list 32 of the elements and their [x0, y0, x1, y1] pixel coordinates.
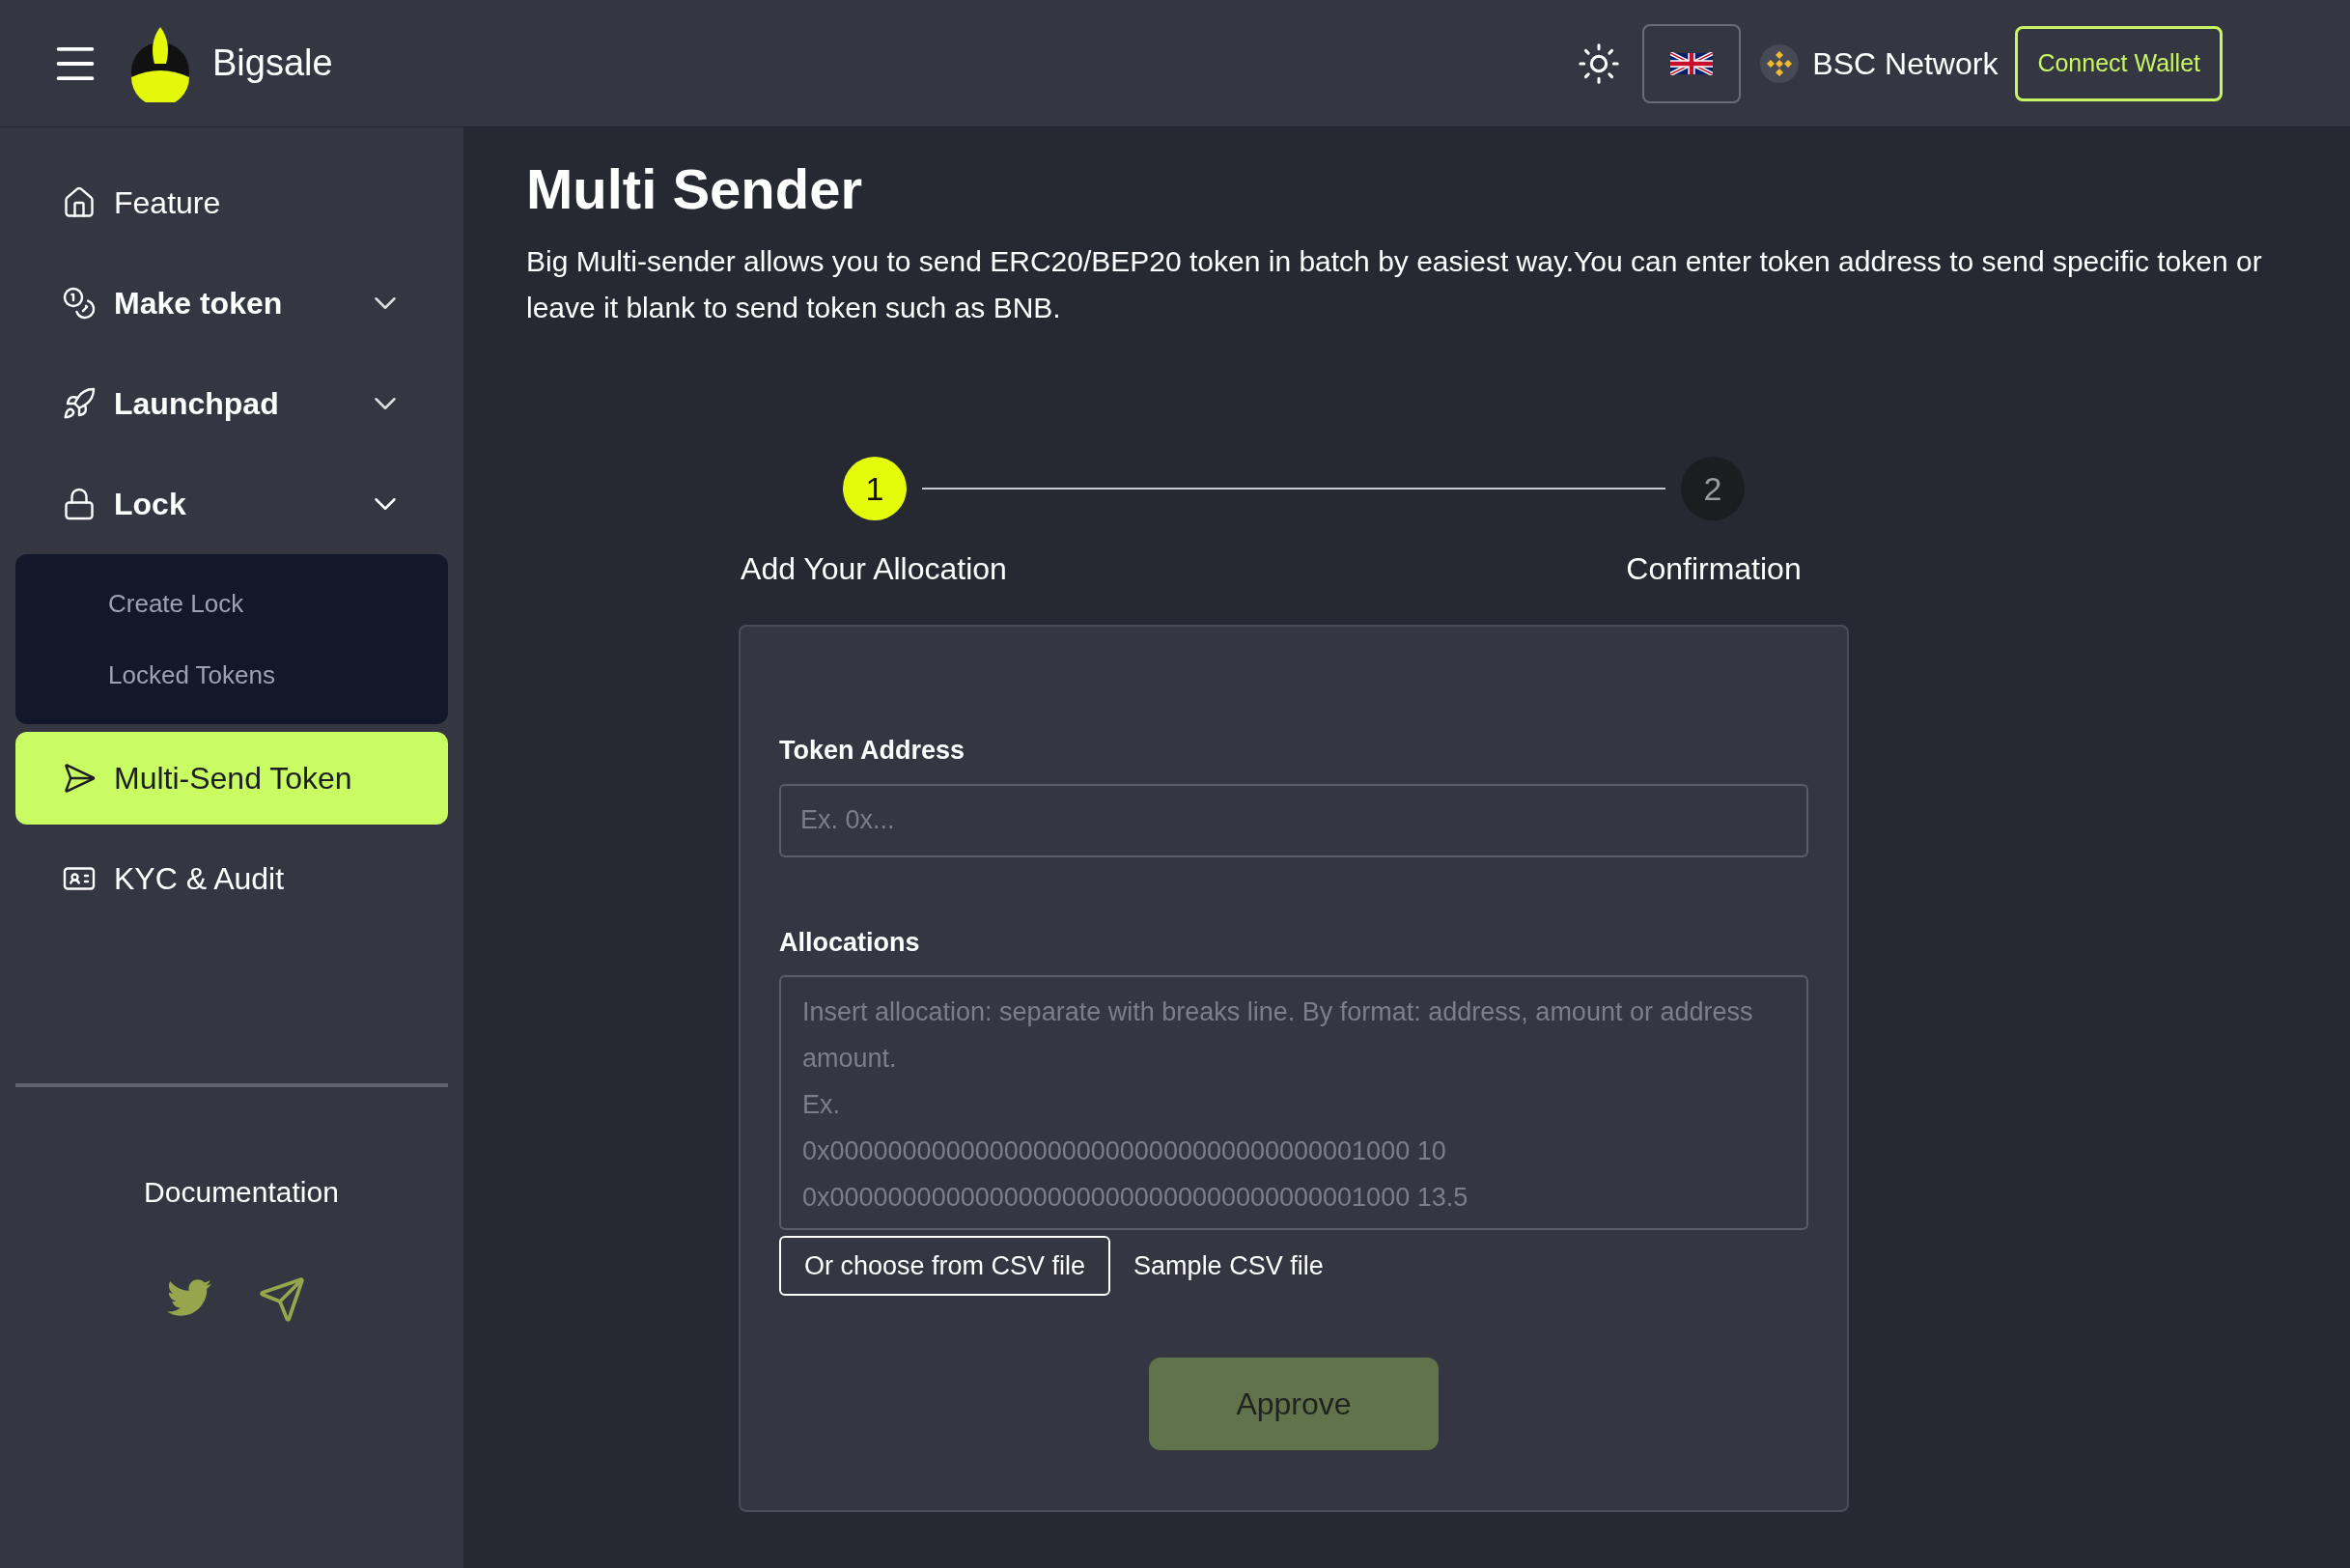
submenu-item[interactable]: Locked Tokens	[15, 639, 448, 711]
sidebar-item[interactable]: Lock	[15, 458, 448, 550]
connect-wallet-button[interactable]: Connect Wallet	[2015, 25, 2223, 101]
step-label: Add Your Allocation	[740, 550, 1008, 588]
network-label: BSC Network	[1812, 44, 1999, 83]
language-button[interactable]	[1642, 23, 1742, 103]
step-label: Confirmation	[1625, 550, 1803, 588]
field-label: Token Address	[779, 735, 966, 767]
sidebar-item[interactable]: Multi-Send Token	[15, 732, 448, 825]
send-icon	[62, 761, 97, 796]
csv-file-button[interactable]: Or choose from CSV file	[779, 1236, 1111, 1296]
sidebar-item[interactable]: KYC & Audit	[15, 832, 448, 925]
paper-plane-icon[interactable]	[258, 1275, 306, 1324]
sidebar-item[interactable]: Make token	[15, 257, 448, 350]
home-icon	[62, 185, 97, 220]
rocket-icon	[62, 386, 97, 421]
field-label: Allocations	[779, 926, 921, 959]
page-title: Multi Sender	[526, 156, 864, 222]
uk-flag-icon	[1670, 51, 1714, 75]
documentation-link[interactable]: Documentation	[144, 1170, 339, 1214]
token-address-field[interactable]: Ex. 0x...	[779, 783, 1808, 857]
lock-icon	[62, 487, 97, 521]
sample-csv-link[interactable]: Sample CSV file	[1133, 1246, 1324, 1286]
sidebar-item[interactable]: Feature	[15, 156, 448, 249]
allocations-field[interactable]: Insert allocation: separate with breaks line. By format: address, amount or address amount. Ex. 0x0000000000000000000000000000000000001000 10 0x0000000000000000000000000000000000001000 13.5	[779, 975, 1808, 1230]
theme-toggle-icon[interactable]	[1577, 41, 1622, 86]
page-description: Big Multi-sender allows you to send ERC20/BEP20 token in batch by easiest way.You can enter token address to send specific token or leave it blank to send token such as BNB.	[526, 244, 2263, 325]
submenu-item[interactable]: Create Lock	[15, 568, 448, 639]
coins-icon	[62, 286, 97, 321]
coin-logo-icon	[1760, 43, 1800, 83]
sidebar-item[interactable]: Launchpad	[15, 357, 448, 450]
brand-name: Bigsale	[212, 42, 333, 85]
